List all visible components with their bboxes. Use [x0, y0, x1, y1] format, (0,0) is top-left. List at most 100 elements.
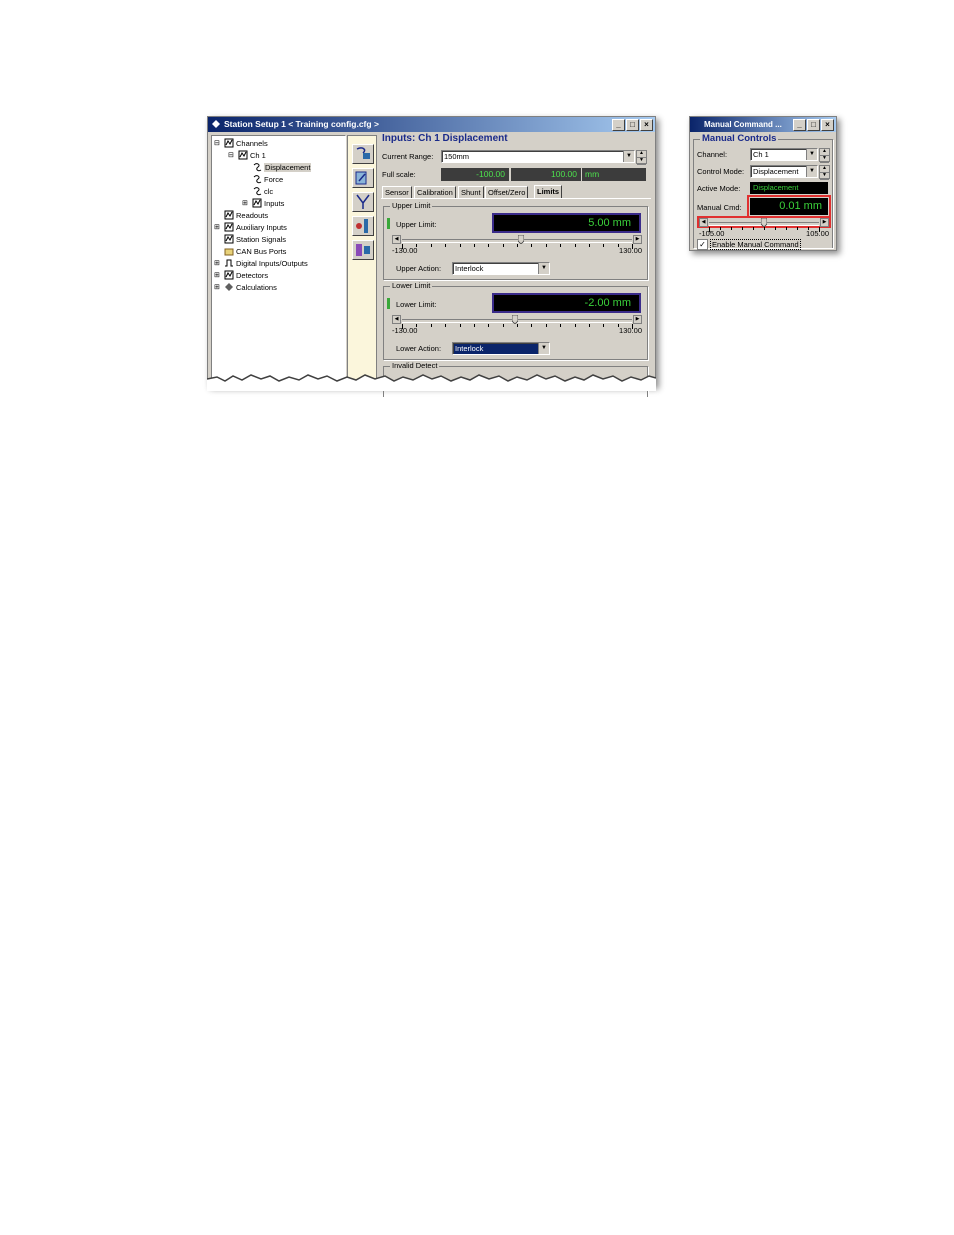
tree-item[interactable]: ⊞ Calculations — [214, 282, 277, 292]
upper-limit-readout[interactable]: 5.00 mm — [492, 213, 641, 233]
sensor-probe-icon[interactable] — [352, 216, 374, 236]
enable-manual-checkbox[interactable]: ✓ — [697, 239, 708, 250]
manual-cmd-slider[interactable]: ◀ ▶ -105.00 105.00 — [699, 218, 829, 238]
slider-tick — [560, 244, 562, 247]
slider-tick — [731, 227, 732, 230]
current-range-spinner[interactable]: ▲ ▼ — [636, 150, 647, 165]
tree-item[interactable]: Station Signals — [214, 234, 286, 244]
manual-command-titlebar[interactable]: Manual Command ... _ □ × — [690, 117, 836, 132]
tree-item[interactable]: Force — [242, 174, 283, 184]
tree-item[interactable]: ⊞ Inputs — [242, 198, 284, 208]
lower-limit-slider[interactable]: ◀ ▶ -130.00 130.00 — [392, 315, 642, 335]
panel-heading: Inputs: Ch 1 Displacement — [382, 133, 508, 144]
slider-right-arrow-icon[interactable]: ▶ — [820, 218, 829, 227]
tree-item[interactable]: ⊞ Auxiliary Inputs — [214, 222, 287, 232]
upper-limit-label: Upper Limit: — [396, 220, 437, 229]
slider-tick — [502, 324, 504, 327]
station-setup-titlebar[interactable]: Station Setup 1 < Training config.cfg > … — [208, 117, 655, 132]
tree-expander-icon[interactable]: ⊟ — [214, 139, 222, 147]
lower-action-select[interactable]: Interlock ▼ — [452, 342, 550, 355]
tree-item-label: Displacement — [264, 162, 312, 172]
tree-item-label: CAN Bus Ports — [236, 246, 287, 256]
slider-tick — [531, 244, 533, 247]
control-mode-label: Control Mode: — [697, 167, 745, 176]
station-setup-title: Station Setup 1 < Training config.cfg > — [224, 119, 379, 129]
slider-thumb[interactable] — [512, 315, 519, 324]
slider-tick — [603, 324, 605, 327]
upper-action-select[interactable]: Interlock ▼ — [452, 262, 550, 275]
sensor-icon — [253, 175, 262, 184]
minimize-button[interactable]: _ — [793, 119, 806, 131]
tree-item[interactable]: ⊞ Detectors — [214, 270, 268, 280]
tree-expander-icon[interactable]: ⊞ — [214, 283, 222, 291]
slider-tick — [617, 244, 619, 247]
tree-item[interactable]: ⊞ Digital Inputs/Outputs — [214, 258, 308, 268]
tree-item[interactable]: ⊟ Channels — [214, 138, 268, 148]
inputs-icon — [252, 198, 262, 208]
slider-tick — [545, 324, 547, 327]
channel-label: Channel: — [697, 150, 728, 159]
manual-command-title: Manual Command ... — [704, 120, 782, 129]
slider-thumb[interactable] — [518, 235, 525, 244]
lower-limit-group: Lower Limit Lower Limit: -2.00 mm ◀ ▶ -1… — [383, 281, 648, 360]
station-icon[interactable] — [352, 240, 374, 260]
chevron-down-icon: ▼ — [806, 149, 817, 160]
channel-icon — [238, 150, 248, 160]
tree-item[interactable]: Displacement — [242, 162, 312, 172]
slider-left-arrow-icon[interactable]: ◀ — [392, 315, 401, 324]
control-mode-spinner[interactable]: ▲ ▼ — [819, 165, 830, 180]
slider-left-arrow-icon[interactable]: ◀ — [699, 218, 708, 227]
close-button[interactable]: × — [640, 119, 653, 131]
channel-spinner[interactable]: ▲ ▼ — [819, 148, 830, 163]
tree-expander-icon[interactable]: ⊞ — [214, 271, 222, 279]
tree-item[interactable]: clc — [242, 186, 273, 196]
calculations-icon — [225, 283, 233, 291]
maximize-button[interactable]: □ — [626, 119, 639, 131]
maximize-button[interactable]: □ — [807, 119, 820, 131]
slider-thumb[interactable] — [761, 218, 767, 227]
slider-tick — [632, 244, 633, 249]
slider-tick — [473, 244, 475, 247]
tree-item[interactable]: Readouts — [214, 210, 268, 220]
tree-expander-icon[interactable]: ⊟ — [228, 151, 236, 159]
tree-item[interactable]: ⊟ Ch 1 — [228, 150, 266, 160]
current-range-select[interactable]: 150mm ▼ — [441, 150, 635, 163]
tab-limits[interactable]: Limits — [534, 185, 563, 199]
manual-cmd-readout[interactable]: 0.01 mm — [750, 198, 828, 215]
slider-left-arrow-icon[interactable]: ◀ — [392, 235, 401, 244]
calibration-tool-icon[interactable] — [352, 168, 374, 188]
upper-slider-max: 130.00 — [619, 246, 642, 255]
slider-right-arrow-icon[interactable]: ▶ — [633, 315, 642, 324]
tree-expander-icon[interactable]: ⊞ — [214, 259, 222, 267]
tree-expander-icon[interactable]: ⊞ — [242, 199, 250, 207]
slider-right-arrow-icon[interactable]: ▶ — [633, 235, 642, 244]
chevron-down-icon: ▼ — [538, 263, 549, 274]
slider-tick — [764, 227, 765, 230]
lower-limit-readout[interactable]: -2.00 mm — [492, 293, 641, 313]
upper-indicator — [387, 218, 390, 229]
manual-command-window: Manual Command ... _ □ × Manual Controls… — [689, 116, 837, 251]
side-toolbar — [347, 135, 377, 389]
close-button[interactable]: × — [821, 119, 834, 131]
full-scale-label: Full scale: — [382, 170, 416, 179]
upper-limit-slider[interactable]: ◀ ▶ -130.00 130.00 — [392, 235, 642, 255]
slider-tick — [560, 324, 562, 327]
tree-expander-icon[interactable]: ⊞ — [214, 223, 222, 231]
fork-icon[interactable] — [352, 192, 374, 212]
tree-item[interactable]: CAN Bus Ports — [214, 246, 286, 256]
control-mode-select[interactable]: Displacement ▼ — [750, 165, 818, 178]
tree-item-label: Inputs — [264, 198, 285, 208]
full-scale-max: 100.00 — [511, 168, 581, 181]
slider-tick — [531, 324, 533, 327]
full-scale-unit: mm — [582, 168, 646, 181]
channel-config-icon[interactable] — [352, 144, 374, 164]
manual-slider-max: 105.00 — [806, 229, 829, 238]
manual-controls-group: Manual Controls Channel: Ch 1 ▼ ▲ ▼ Contr… — [693, 133, 833, 250]
tree-item-label: clc — [264, 186, 274, 196]
manual-controls-title: Manual Controls — [700, 133, 779, 144]
slider-track — [402, 239, 632, 243]
minimize-button[interactable]: _ — [612, 119, 625, 131]
channel-select[interactable]: Ch 1 ▼ — [750, 148, 818, 161]
torn-edge — [207, 374, 656, 391]
tree-item-label: Ch 1 — [250, 150, 266, 160]
